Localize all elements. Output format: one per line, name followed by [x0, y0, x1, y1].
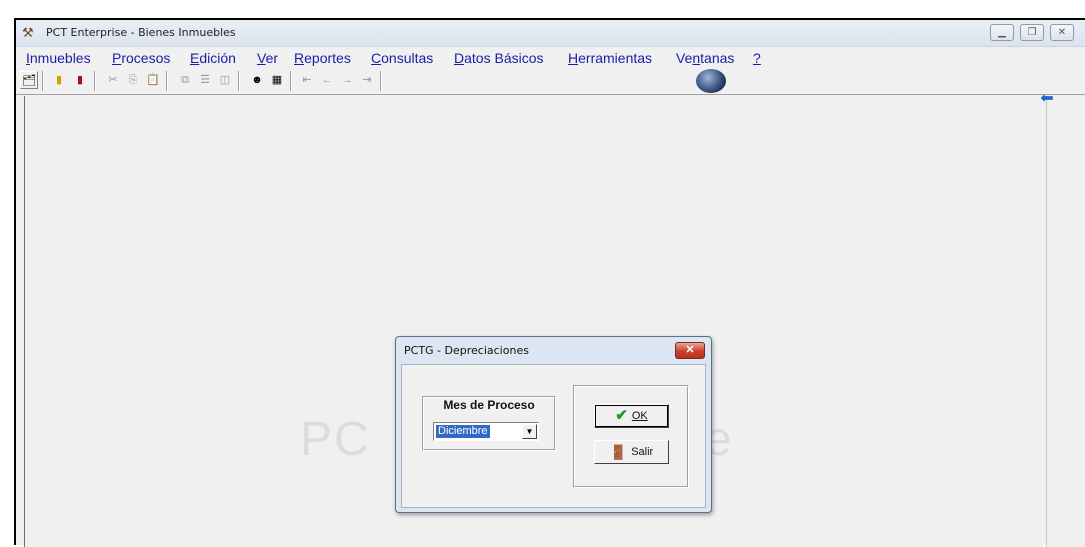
depreciaciones-dialog: PCTG - Depreciaciones ✕ Mes de Proceso D…	[395, 336, 712, 513]
next-icon[interactable]: →	[338, 71, 356, 89]
copy-icon[interactable]: ⎘	[124, 71, 142, 89]
book-icon[interactable]: ▮	[50, 71, 68, 89]
watermark-left: PC	[300, 413, 371, 466]
back-arrow-icon[interactable]: ⬅	[1035, 90, 1059, 108]
month-select[interactable]: Diciembre ▼	[433, 422, 539, 441]
menu-inmuebles[interactable]: Inmuebles	[26, 50, 91, 66]
minimize-button[interactable]: ▁	[990, 24, 1014, 41]
exit-door-icon[interactable]: ▮	[71, 71, 89, 89]
menu-ventanas[interactable]: Ventanas	[676, 50, 734, 66]
toolbar-separator	[94, 71, 96, 91]
exit-button[interactable]: 🚪 Salir	[594, 440, 669, 464]
ok-button[interactable]: ✔ OK	[594, 404, 669, 428]
user-icon[interactable]: ☻	[248, 71, 266, 89]
chevron-down-icon[interactable]: ▼	[522, 424, 537, 439]
tile-horizontal-icon[interactable]: ☰	[196, 71, 214, 89]
menu-datos-basicos[interactable]: Datos Básicos	[454, 50, 544, 66]
hammer-icon: ⚒	[22, 25, 34, 40]
exit-button-label: Salir	[631, 446, 654, 458]
paste-icon[interactable]: 📋	[144, 71, 162, 89]
toolbar-separator	[166, 71, 168, 91]
menu-ver[interactable]: Ver	[257, 50, 278, 66]
close-button[interactable]: ✕	[1050, 24, 1074, 41]
menu-help[interactable]: ?	[753, 50, 761, 66]
toolbar-separator	[380, 71, 382, 91]
toolbar-separator	[238, 71, 240, 91]
buttons-group	[573, 385, 689, 488]
menu-reportes[interactable]: Reportes	[294, 50, 351, 66]
cut-icon[interactable]: ✂	[104, 71, 122, 89]
month-select-value: Diciembre	[436, 425, 490, 438]
first-icon[interactable]: ⇤	[298, 71, 316, 89]
restore-button[interactable]: ❐	[1020, 24, 1044, 41]
window-title: PCT Enterprise - Bienes Inmuebles	[46, 26, 236, 39]
exit-person-icon: 🚪	[609, 444, 628, 460]
last-icon[interactable]: ⇥	[358, 71, 376, 89]
dialog-close-button[interactable]: ✕	[675, 342, 705, 359]
ok-button-label: OK	[631, 410, 648, 422]
menu-edicion[interactable]: Edición	[190, 50, 236, 66]
dialog-title: PCTG - Depreciaciones	[404, 344, 529, 357]
previous-icon[interactable]: ←	[318, 71, 336, 89]
cascade-icon[interactable]: ⧉	[176, 71, 194, 89]
menu-herramientas[interactable]: Herramientas	[568, 50, 652, 66]
toolbar: 🗂 ▮ ▮ ✂ ⎘ 📋 ⧉ ☰ ◫ ☻ ▦ ⇤ ← → ⇥	[16, 68, 1085, 95]
menu-bar: Inmuebles Procesos Edición Ver Reportes …	[16, 47, 1085, 67]
open-icon[interactable]: 🗂	[20, 71, 38, 89]
tile-vertical-icon[interactable]: ◫	[216, 71, 234, 89]
menu-procesos[interactable]: Procesos	[112, 50, 170, 66]
checkmark-icon: ✔	[615, 407, 628, 424]
title-bar: ⚒ PCT Enterprise - Bienes Inmuebles ▁ ❐ …	[16, 20, 1085, 47]
dialog-body: Mes de Proceso Diciembre ▼ ✔ OK 🚪 Salir	[401, 364, 706, 508]
calculator-icon[interactable]: ▦	[268, 71, 286, 89]
toolbar-separator	[290, 71, 292, 91]
menu-consultas[interactable]: Consultas	[371, 50, 433, 66]
toolbar-separator	[42, 71, 44, 91]
right-side-panel	[1046, 96, 1085, 547]
month-label: Mes de Proceso	[443, 398, 535, 412]
globe-icon	[696, 69, 726, 93]
